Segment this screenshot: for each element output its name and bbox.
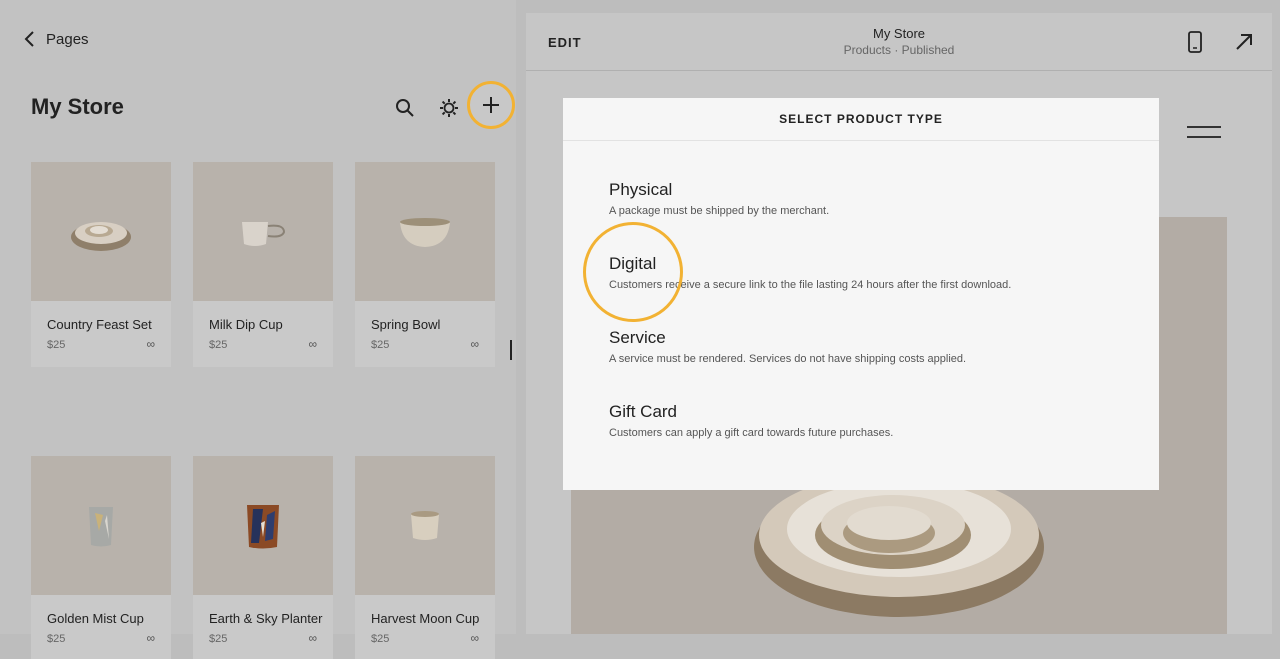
search-icon <box>396 99 414 117</box>
option-service[interactable]: Service A service must be rendered. Serv… <box>609 328 966 365</box>
product-price: $25 <box>371 633 390 645</box>
select-product-type-dialog: SELECT PRODUCT TYPE Physical A package m… <box>563 98 1159 490</box>
product-name: Harvest Moon Cup <box>371 611 480 626</box>
infinite-stock-icon: ∞ <box>470 631 479 645</box>
plus-icon <box>483 97 499 113</box>
pages-panel: Pages My Store Country Feast Set $25 ∞ M… <box>0 0 516 659</box>
infinite-stock-icon: ∞ <box>146 631 155 645</box>
product-card[interactable]: Milk Dip Cup $25 ∞ <box>193 162 333 367</box>
option-description: A package must be shipped by the merchan… <box>609 205 830 217</box>
settings-button[interactable] <box>436 95 462 121</box>
product-card[interactable]: Harvest Moon Cup $25 ∞ <box>355 456 495 659</box>
chevron-left-icon <box>24 31 34 47</box>
back-to-pages-button[interactable]: Pages <box>22 30 89 48</box>
option-description: Customers receive a secure link to the f… <box>609 279 1012 291</box>
infinite-stock-icon: ∞ <box>308 337 317 351</box>
option-gift-card[interactable]: Gift Card Customers can apply a gift car… <box>609 402 893 439</box>
product-price: $25 <box>47 339 66 351</box>
preview-header: EDIT My Store Products · Published <box>526 13 1272 71</box>
arrow-up-right-icon <box>1236 34 1252 50</box>
option-physical[interactable]: Physical A package must be shipped by th… <box>609 180 829 217</box>
dialog-title: SELECT PRODUCT TYPE <box>563 98 1159 141</box>
drag-handle[interactable] <box>510 340 512 360</box>
add-product-button[interactable] <box>467 81 515 129</box>
infinite-stock-icon: ∞ <box>308 631 317 645</box>
page-title: My Store <box>31 94 124 119</box>
search-button[interactable] <box>392 95 418 121</box>
product-price: $25 <box>209 339 228 351</box>
product-name: Spring Bowl <box>371 317 441 332</box>
back-label: Pages <box>46 30 89 48</box>
product-name: Golden Mist Cup <box>47 611 144 626</box>
site-name: My Store <box>872 26 925 41</box>
product-thumbnail <box>193 456 333 595</box>
mobile-icon <box>1188 31 1202 53</box>
product-name: Earth & Sky Planter <box>209 611 323 626</box>
product-thumbnail <box>31 162 171 301</box>
option-description: Customers can apply a gift card towards … <box>609 427 894 439</box>
gear-icon <box>440 99 458 117</box>
site-status: Products · Published <box>843 43 955 57</box>
mobile-preview-button[interactable] <box>1184 30 1206 54</box>
product-grid: Country Feast Set $25 ∞ Milk Dip Cup $25… <box>31 162 495 659</box>
option-digital[interactable]: Digital Customers receive a secure link … <box>609 254 1011 291</box>
option-title: Gift Card <box>609 402 678 421</box>
infinite-stock-icon: ∞ <box>470 337 479 351</box>
product-price: $25 <box>209 633 228 645</box>
product-thumbnail <box>193 162 333 301</box>
option-title: Physical <box>609 180 673 199</box>
product-name: Milk Dip Cup <box>209 317 283 332</box>
product-card[interactable]: Spring Bowl $25 ∞ <box>355 162 495 367</box>
product-card[interactable]: Country Feast Set $25 ∞ <box>31 162 171 367</box>
product-price: $25 <box>371 339 390 351</box>
product-thumbnail <box>355 456 495 595</box>
menu-icon[interactable] <box>1187 126 1221 140</box>
open-external-button[interactable] <box>1233 30 1255 54</box>
product-price: $25 <box>47 633 66 645</box>
product-card[interactable]: Earth & Sky Planter $25 ∞ <box>193 456 333 659</box>
option-description: A service must be rendered. Services do … <box>609 353 967 365</box>
product-name: Country Feast Set <box>47 317 152 332</box>
option-title: Digital <box>609 254 657 273</box>
option-title: Service <box>609 328 666 347</box>
product-card[interactable]: Golden Mist Cup $25 ∞ <box>31 456 171 659</box>
product-thumbnail <box>355 162 495 301</box>
infinite-stock-icon: ∞ <box>146 337 155 351</box>
product-thumbnail <box>31 456 171 595</box>
